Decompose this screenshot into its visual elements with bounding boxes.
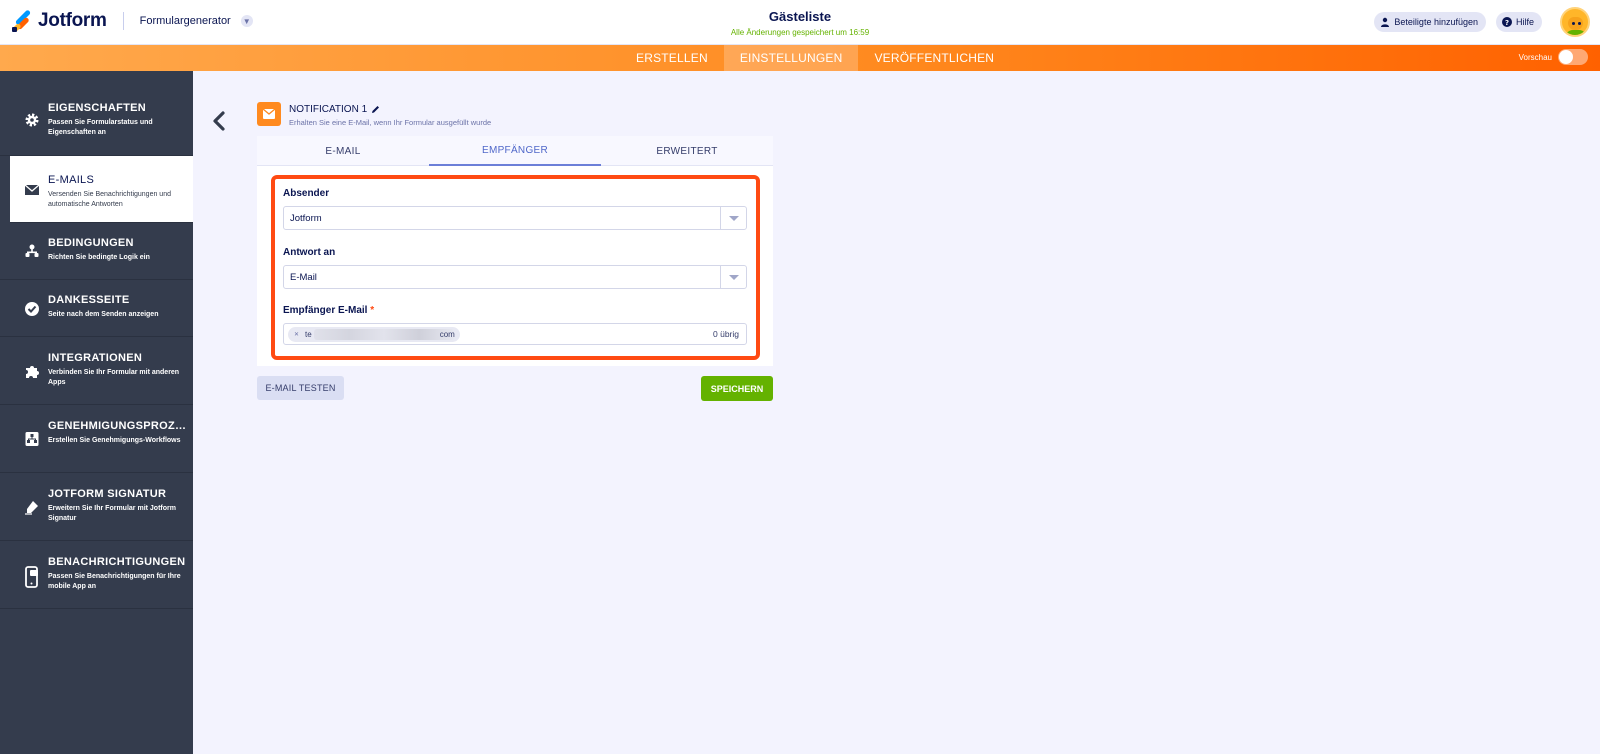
sidebar-item-desc: Erstellen Sie Genehmigungs-Workflows	[48, 437, 181, 444]
user-icon	[1381, 17, 1390, 27]
blurred-email	[313, 329, 454, 340]
sidebar-item-title: DANKESSEITE	[48, 294, 130, 306]
reply-to-label: Antwort an	[283, 247, 336, 258]
tab-advanced[interactable]: ERWEITERT	[601, 136, 773, 166]
logo-text: Jotform	[38, 10, 107, 31]
sender-label: Absender	[283, 188, 330, 199]
mobile-icon	[25, 566, 38, 588]
sidebar-item-properties[interactable]: EIGENSCHAFTEN Passen Sie Formularstatus …	[0, 71, 193, 156]
help-button[interactable]: ? Hilfe	[1495, 12, 1542, 32]
avatar[interactable]	[1560, 7, 1590, 37]
signature-pen-icon	[25, 501, 38, 515]
sidebar-item-title: GENEHMIGUNGSPROZES...	[48, 420, 187, 432]
caret-down-icon[interactable]	[720, 207, 746, 229]
preview-toggle-group: Vorschau	[1519, 49, 1588, 65]
builder-switcher[interactable]: Formulargenerator	[140, 15, 231, 27]
settings-sidebar: EIGENSCHAFTEN Passen Sie Formularstatus …	[0, 71, 193, 754]
save-button[interactable]: SPEICHERN	[701, 376, 773, 401]
back-chevron-icon[interactable]	[209, 110, 229, 132]
notification-subtitle: Erhalten Sie eine E-Mail, wenn Ihr Formu…	[289, 118, 492, 127]
sidebar-item-title: E-MAILS	[48, 174, 95, 186]
chevron-down-icon[interactable]: ▼	[240, 15, 253, 27]
sidebar-item-desc: Versenden Sie Benachrichtigungen und aut…	[48, 191, 171, 208]
remove-chip-icon[interactable]: ✕	[294, 331, 299, 338]
help-label: Hilfe	[1515, 17, 1534, 27]
hierarchy-icon	[25, 244, 39, 257]
jotform-logo[interactable]: Jotform Formulargenerator ▼	[12, 9, 253, 33]
sidebar-item-title: BENACHRICHTIGUNGEN	[48, 556, 186, 568]
sidebar-item-thank-you-page[interactable]: DANKESSEITE Seite nach dem Senden anzeig…	[0, 280, 193, 337]
notification-title[interactable]: NOTIFICATION 1	[289, 104, 380, 115]
svg-text:?: ?	[1505, 19, 1509, 27]
sidebar-item-jotform-sign[interactable]: JOTFORM SIGNATUR Erweitern Sie Ihr Formu…	[0, 473, 193, 541]
caret-down-icon[interactable]	[720, 266, 746, 288]
sidebar-item-desc: Seite nach dem Senden anzeigen	[48, 311, 159, 318]
tab-publish[interactable]: VERÖFFENTLICHEN	[858, 45, 1010, 71]
logo-divider	[122, 12, 124, 30]
sidebar-item-notifications[interactable]: BENACHRICHTIGUNGEN Passen Sie Benachrich…	[0, 541, 193, 609]
notification-title-text: NOTIFICATION 1	[289, 104, 368, 115]
tab-email[interactable]: E-MAIL	[257, 136, 429, 166]
envelope-icon	[262, 108, 276, 119]
check-circle-icon	[25, 302, 39, 316]
required-asterisk: *	[370, 305, 375, 316]
question-icon: ?	[1501, 17, 1512, 27]
sidebar-item-desc: Passen Sie Formularstatus und Eigenschaf…	[48, 119, 153, 136]
sidebar-item-desc: Verbinden Sie Ihr Formular mit anderen A…	[48, 369, 180, 386]
notification-icon	[257, 102, 281, 126]
jotform-logo-icon	[12, 9, 32, 33]
chip-text-start: te	[305, 330, 312, 339]
pencil-icon[interactable]	[371, 105, 380, 114]
reply-to-value: E-Mail	[290, 272, 317, 283]
top-header: Jotform Formulargenerator ▼ Gästeliste A…	[0, 0, 1600, 45]
notification-tabs: E-MAIL EMPFÄNGER ERWEITERT	[257, 136, 773, 166]
recipient-email-label-text: Empfänger E-Mail	[283, 305, 368, 316]
sidebar-item-approval-process[interactable]: GENEHMIGUNGSPROZES... Erstellen Sie Gene…	[0, 405, 193, 473]
main-nav: ERSTELLEN EINSTELLUNGEN VERÖFFENTLICHEN …	[0, 45, 1600, 71]
preview-toggle[interactable]	[1558, 49, 1588, 65]
preview-label: Vorschau	[1518, 52, 1552, 62]
tab-recipients[interactable]: EMPFÄNGER	[429, 136, 601, 166]
recipient-email-chip[interactable]: ✕ te com	[288, 327, 460, 342]
sidebar-item-title: JOTFORM SIGNATUR	[48, 488, 167, 500]
sidebar-item-desc: Erweitern Sie Ihr Formular mit Jotform S…	[48, 505, 176, 522]
sidebar-item-title: BEDINGUNGEN	[48, 237, 134, 249]
sidebar-item-title: INTEGRATIONEN	[48, 352, 143, 364]
test-email-button[interactable]: E-MAIL TESTEN	[257, 376, 344, 400]
add-participants-label: Beteiligte hinzufügen	[1394, 17, 1478, 27]
recipient-email-label: Empfänger E-Mail *	[283, 305, 374, 316]
sidebar-item-conditions[interactable]: BEDINGUNGEN Richten Sie bedingte Logik e…	[0, 223, 193, 280]
sender-select[interactable]: Jotform	[283, 206, 747, 230]
gear-icon	[25, 113, 39, 127]
sidebar-item-title: EIGENSCHAFTEN	[48, 102, 147, 114]
sidebar-item-desc: Passen Sie Benachrichtigungen für Ihre m…	[48, 573, 181, 590]
sender-value: Jotform	[290, 213, 322, 224]
envelope-icon	[24, 184, 40, 195]
sidebar-item-integrations[interactable]: INTEGRATIONEN Verbinden Sie Ihr Formular…	[0, 337, 193, 405]
remaining-count: 0 übrig	[713, 329, 739, 339]
chip-text-end: com	[439, 330, 455, 339]
tab-settings[interactable]: EINSTELLUNGEN	[723, 45, 859, 71]
approval-icon	[25, 432, 39, 446]
sidebar-item-desc: Richten Sie bedingte Logik ein	[48, 254, 150, 261]
reply-to-select[interactable]: E-Mail	[283, 265, 747, 289]
tab-create[interactable]: ERSTELLEN	[620, 45, 724, 71]
sidebar-item-emails[interactable]: E-MAILS Versenden Sie Benachrichtigungen…	[10, 156, 193, 223]
recipient-email-input[interactable]: ✕ te com 0 übrig	[283, 323, 747, 345]
puzzle-icon	[26, 366, 39, 378]
add-participants-button[interactable]: Beteiligte hinzufügen	[1374, 12, 1486, 32]
